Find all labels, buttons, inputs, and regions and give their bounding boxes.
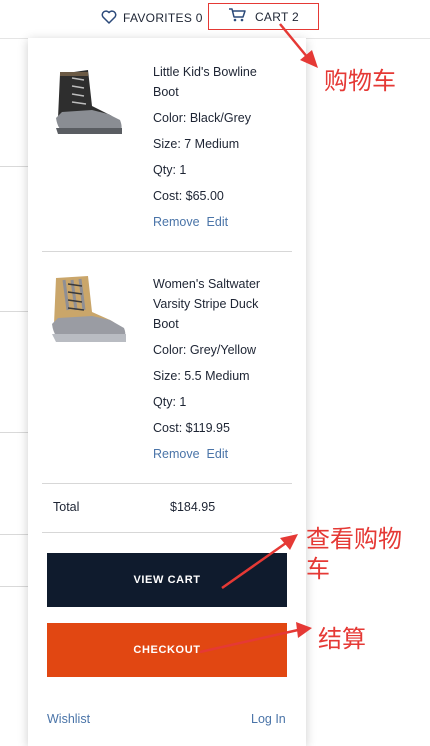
background-divider [0, 586, 30, 587]
black-grey-duck-boot-image[interactable] [38, 62, 134, 142]
item-size: Size: 7 Medium [153, 137, 240, 151]
total-label: Total [53, 500, 80, 514]
wishlist-link[interactable]: Wishlist [47, 712, 90, 726]
item-color: Color: Black/Grey [153, 111, 251, 125]
cart-total: Total $184.95 [42, 484, 292, 533]
background-divider [0, 311, 30, 312]
item-name[interactable]: Women's Saltwater Varsity Stripe Duck Bo… [153, 274, 271, 334]
mini-cart-dropdown: Little Kid's Bowline Boot Color: Black/G… [28, 38, 306, 746]
top-header: FAVORITES 0 CART 2 [0, 0, 430, 39]
annotation-cart: 购物车 [324, 67, 396, 95]
remove-link[interactable]: Remove [153, 444, 200, 464]
item-actions: Remove Edit [153, 212, 271, 232]
cart-button[interactable]: CART 2 [208, 3, 319, 30]
favorites-label: FAVORITES 0 [123, 11, 203, 25]
cart-item-info: Little Kid's Bowline Boot Color: Black/G… [153, 62, 271, 232]
edit-link[interactable]: Edit [207, 212, 229, 232]
login-link[interactable]: Log In [251, 712, 286, 726]
cart-label: CART 2 [254, 9, 300, 24]
checkout-button[interactable]: CHECKOUT [47, 623, 287, 677]
total-value: $184.95 [170, 500, 216, 514]
item-name[interactable]: Little Kid's Bowline Boot [153, 62, 271, 102]
background-divider [0, 534, 30, 535]
view-cart-button[interactable]: VIEW CART [47, 553, 287, 607]
remove-link[interactable]: Remove [153, 212, 200, 232]
item-size: Size: 5.5 Medium [153, 369, 250, 383]
annotation-view-cart: 查看购物车 [306, 525, 402, 583]
background-divider [0, 166, 30, 167]
edit-link[interactable]: Edit [207, 444, 229, 464]
grey-yellow-duck-boot-image[interactable] [38, 270, 134, 350]
item-cost: Cost: $119.95 [153, 421, 230, 435]
cart-icon [228, 8, 246, 25]
cart-item-info: Women's Saltwater Varsity Stripe Duck Bo… [153, 274, 271, 464]
item-qty: Qty: 1 [153, 163, 187, 177]
annotation-checkout: 结算 [318, 625, 366, 653]
item-cost: Cost: $65.00 [153, 189, 224, 203]
item-qty: Qty: 1 [153, 395, 187, 409]
favorites-link[interactable]: FAVORITES 0 [101, 8, 203, 28]
heart-icon [101, 9, 117, 27]
background-divider [0, 432, 30, 433]
item-actions: Remove Edit [153, 444, 271, 464]
item-color: Color: Grey/Yellow [153, 343, 257, 357]
